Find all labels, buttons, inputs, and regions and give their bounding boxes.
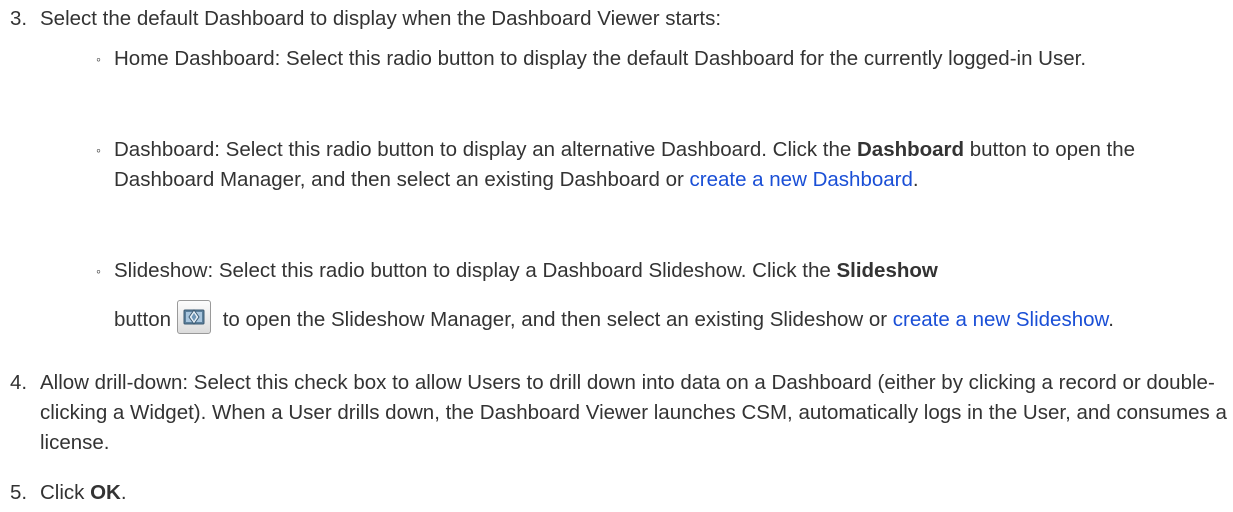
dashboard-button-name: Dashboard [856,138,965,161]
bullet-icon: ◦ [96,51,101,67]
step-5-end: . [120,481,127,504]
option-text: Dashboard: Select this radio button to d… [114,138,857,161]
ok-button-name: OK [90,481,121,504]
step-number: 4. [10,371,28,394]
bullet-icon: ◦ [96,263,101,279]
option-dashboard: ◦ Dashboard: Select this radio button to… [96,135,1227,195]
option-text-cont: to open the Slideshow Manager, and then … [217,308,893,331]
step-number: 5. [10,481,28,504]
bullet-icon: ◦ [96,142,101,158]
step-5-prefix: Click [40,481,91,504]
option-slideshow: ◦ Slideshow: Select this radio button to… [96,256,1227,335]
option-home-dashboard: ◦ Home Dashboard: Select this radio butt… [96,44,1227,74]
step-number: 3. [10,7,28,30]
create-dashboard-link[interactable]: create a new Dashboard [690,168,913,191]
step-5-text: Click OK. [40,478,1227,508]
option-text: Home Dashboard: Select this radio button… [114,47,1087,70]
option-end: . [912,168,919,191]
option-text: Slideshow: Select this radio button to d… [114,259,837,282]
slideshow-icon[interactable] [177,300,211,334]
option-text-button: button [114,308,171,331]
step-3-intro: Select the default Dashboard to display … [40,7,722,30]
step-4-text: Allow drill-down: Select this check box … [40,371,1227,454]
create-slideshow-link[interactable]: create a new Slideshow [893,308,1108,331]
slideshow-button-name: Slideshow [836,259,938,282]
option-end: . [1108,308,1114,331]
